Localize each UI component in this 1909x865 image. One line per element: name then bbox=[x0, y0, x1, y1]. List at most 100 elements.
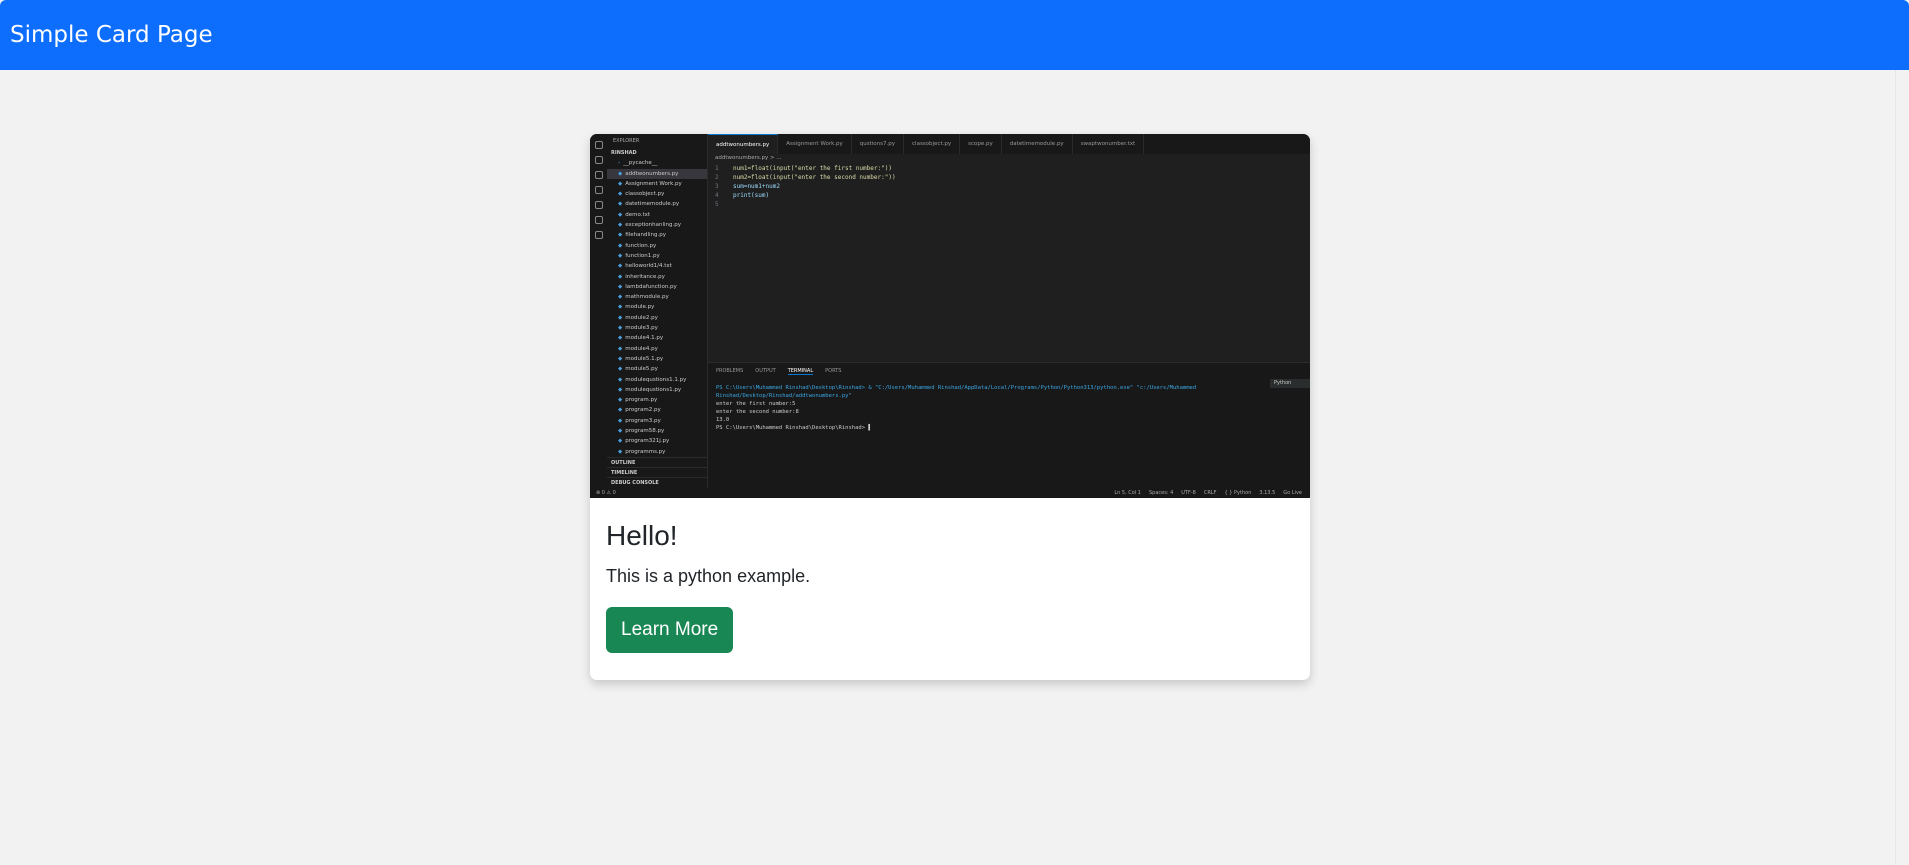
scrollbar[interactable] bbox=[1895, 70, 1909, 865]
file-name: module4.1.py bbox=[625, 335, 664, 342]
status-item: CRLF bbox=[1203, 490, 1217, 496]
file-icon: ◆ bbox=[618, 222, 623, 229]
file-item: ◆ program.py bbox=[607, 395, 707, 405]
file-name: function1.py bbox=[625, 252, 660, 259]
file-icon: ◆ bbox=[618, 438, 623, 445]
file-name: module.py bbox=[625, 304, 655, 311]
line-number: 3 bbox=[715, 183, 719, 190]
file-item: ◆ modulequstions1.1.py bbox=[607, 375, 707, 385]
file-item: ◆ datetimemodule.py bbox=[607, 199, 707, 209]
file-name: classobject.py bbox=[625, 191, 665, 198]
file-icon: ◆ bbox=[618, 283, 623, 290]
file-name: helloworld1/4.txt bbox=[625, 263, 672, 270]
file-item: ◆ filehandling.py bbox=[607, 230, 707, 240]
file-item: ◆ programms.py bbox=[607, 447, 707, 457]
editor-tab: scope.py bbox=[960, 134, 1002, 154]
file-item: ◆ module3.py bbox=[607, 323, 707, 333]
section-debug-console: DEBUG CONSOLE bbox=[607, 476, 707, 487]
file-item: ◆ module4.1.py bbox=[607, 333, 707, 343]
file-icon: ◆ bbox=[618, 345, 623, 352]
editor-tab: qustions7.py bbox=[852, 134, 905, 154]
file-item: ◆ program2.py bbox=[607, 405, 707, 415]
status-item: Go Live bbox=[1283, 490, 1302, 496]
file-name: inheritance.py bbox=[625, 273, 665, 280]
status-item: Spaces: 4 bbox=[1148, 490, 1174, 496]
file-name: modulequstions1.py bbox=[625, 386, 682, 393]
status-item: { } Python bbox=[1224, 490, 1252, 496]
file-item: ◆ module5.py bbox=[607, 364, 707, 374]
file-icon: ◆ bbox=[618, 211, 623, 218]
code-line: 3 sum=num1+num2 bbox=[715, 182, 896, 191]
card-text: This is a python example. bbox=[606, 566, 811, 586]
explorer-sidebar: EXPLORER RINSHAD › __pycache__ ◆ addtwonumb… bbox=[607, 134, 708, 488]
panel-tab: PROBLEMS bbox=[716, 368, 744, 374]
card-title: Hello! bbox=[606, 520, 678, 551]
folder-label: RINSHAD bbox=[611, 150, 637, 156]
file-item: › __pycache__ bbox=[607, 158, 707, 168]
file-name: module4.py bbox=[625, 345, 658, 352]
file-item: ◆ classobject.py bbox=[607, 189, 707, 199]
navbar-brand[interactable]: Simple Card Page bbox=[10, 22, 213, 48]
card-body: Hello! This is a python example. Learn M… bbox=[590, 498, 1310, 671]
file-icon: ◆ bbox=[618, 355, 623, 362]
file-name: program58.py bbox=[625, 428, 665, 435]
file-name: Assignment Work.py bbox=[625, 180, 682, 187]
file-icon: ◆ bbox=[618, 386, 623, 393]
line-number: 4 bbox=[715, 192, 719, 199]
file-name: program.py bbox=[625, 397, 658, 404]
file-name: module5.1.py bbox=[625, 355, 664, 362]
file-icon: ◆ bbox=[618, 201, 623, 208]
code-editor: 1 num1=float(input("enter the first numbe… bbox=[715, 164, 896, 209]
file-name: module3.py bbox=[625, 325, 658, 332]
file-icon: ◆ bbox=[618, 252, 623, 259]
file-item: ◆ exceptionhanling.py bbox=[607, 220, 707, 230]
file-name: __pycache__ bbox=[623, 160, 658, 167]
file-item: ◆ helloworld1/4.txt bbox=[607, 261, 707, 271]
file-item: ◆ inheritance.py bbox=[607, 272, 707, 282]
file-name: programms.py bbox=[625, 448, 666, 455]
breadcrumb: addtwonumbers.py > ... bbox=[715, 155, 782, 161]
line-number: 1 bbox=[715, 165, 719, 172]
file-item: ◆ module4.py bbox=[607, 344, 707, 354]
file-icon: ◆ bbox=[618, 232, 623, 239]
code-line: 1 num1=float(input("enter the first numbe… bbox=[715, 164, 896, 173]
file-icon: ◆ bbox=[618, 180, 623, 187]
file-name: datetimemodule.py bbox=[625, 201, 680, 208]
terminal-line: 13.0 bbox=[716, 417, 730, 423]
editor-tab: datetimemodule.py bbox=[1002, 134, 1073, 154]
file-name: program321j.py bbox=[625, 438, 670, 445]
section-timeline: TIMELINE bbox=[607, 466, 707, 477]
activity-bar bbox=[590, 134, 607, 488]
code-line: 5 bbox=[715, 200, 896, 209]
file-icon: ◆ bbox=[618, 335, 623, 342]
file-name: module2.py bbox=[625, 314, 658, 321]
file-item: ◆ modulequstions1.py bbox=[607, 385, 707, 395]
editor-tab: swaptwonumber.txt bbox=[1073, 134, 1145, 154]
file-item: ◆ program3.py bbox=[607, 416, 707, 426]
navbar: Simple Card Page bbox=[0, 0, 1909, 70]
file-item: ◆ program58.py bbox=[607, 426, 707, 436]
status-bar: ⊗ 0 ⚠ 0 Ln 5, Col 1 Spaces: 4 UTF-8 CRLF { }… bbox=[590, 488, 1310, 498]
file-name: module5.py bbox=[625, 366, 658, 373]
file-icon: › bbox=[618, 160, 621, 167]
file-icon: ◆ bbox=[618, 397, 623, 404]
file-icon: ◆ bbox=[618, 376, 623, 383]
file-item: ◆ function1.py bbox=[607, 251, 707, 261]
status-problems: ⊗ 0 ⚠ 0 bbox=[596, 490, 616, 496]
terminal-line: PS C:\Users\Muhammed Rinshad\Desktop\Rin… bbox=[716, 385, 1197, 399]
code-text: num2=float(input("enter the second numbe… bbox=[733, 174, 896, 181]
code-line: 4 print(sum) bbox=[715, 191, 896, 200]
file-name: lambdafunction.py bbox=[625, 283, 677, 290]
file-name: demo.txt bbox=[625, 211, 651, 218]
code-text: print(sum) bbox=[733, 192, 770, 199]
card-image-vscode-screenshot: EXPLORER RINSHAD › __pycache__ ◆ addtwonumb… bbox=[590, 134, 1310, 498]
status-item: Ln 5, Col 1 bbox=[1114, 490, 1141, 496]
code-text: sum=num1+num2 bbox=[733, 183, 780, 190]
file-icon: ◆ bbox=[618, 428, 623, 435]
explorer-label: EXPLORER bbox=[613, 138, 640, 144]
learn-more-button[interactable]: Learn More bbox=[606, 607, 734, 653]
status-item: 3.13.5 bbox=[1259, 490, 1276, 496]
file-item: ◆ mathmodule.py bbox=[607, 292, 707, 302]
file-icon: ◆ bbox=[618, 314, 623, 321]
file-icon: ◆ bbox=[618, 417, 623, 424]
